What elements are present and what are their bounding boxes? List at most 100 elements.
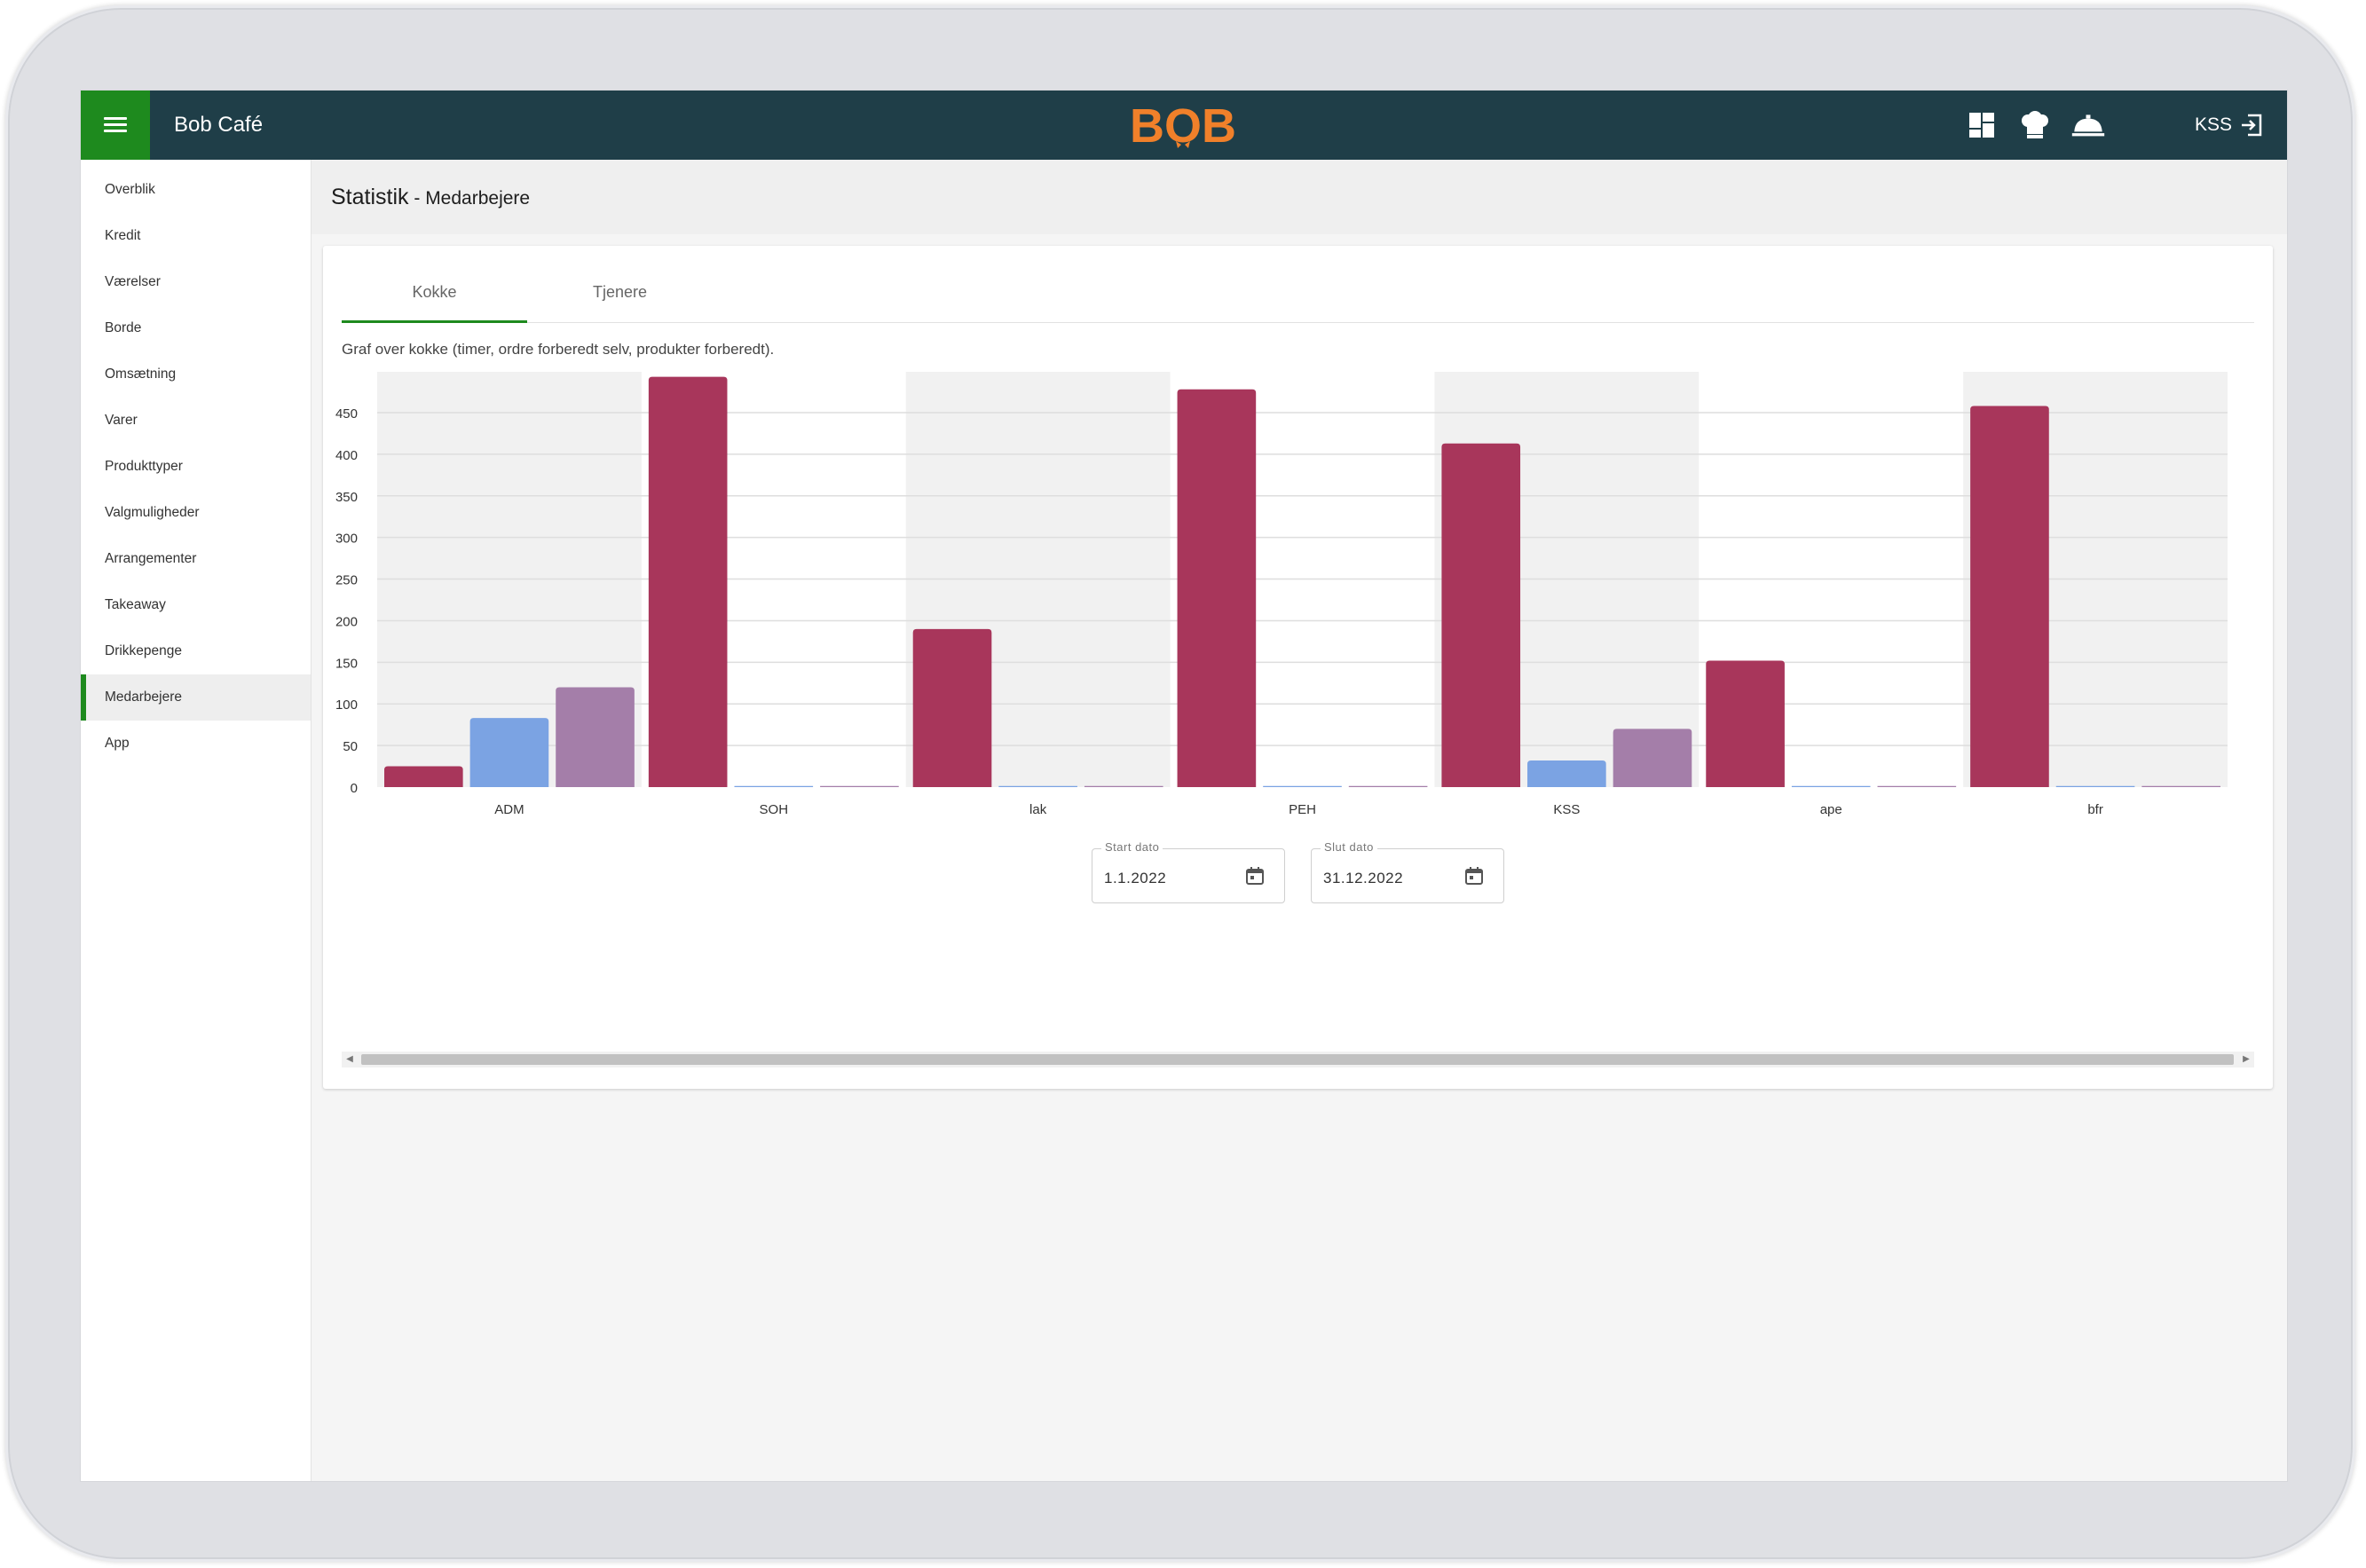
y-tick-label: 50: [343, 739, 358, 754]
dashboard-grid-icon[interactable]: [1965, 108, 1999, 142]
tab-bar: Kokke Tjenere: [342, 262, 2254, 323]
bar-soh-series-2: [734, 785, 814, 787]
start-date-value[interactable]: 1.1.2022: [1104, 870, 1166, 887]
bar-soh-series-3: [820, 785, 899, 787]
sidebar-item-varer[interactable]: Varer: [81, 398, 311, 444]
scrollbar-thumb[interactable]: [361, 1054, 2234, 1065]
sidebar-item-omsætning[interactable]: Omsætning: [81, 351, 311, 398]
sidebar-item-takeaway[interactable]: Takeaway: [81, 582, 311, 628]
start-date-field[interactable]: Start dato 1.1.2022: [1092, 840, 1285, 903]
bar-soh-series-1: [648, 376, 728, 787]
sidebar-item-label: Arrangementer: [105, 551, 197, 566]
user-label: KSS: [2195, 114, 2233, 135]
sidebar-item-produkttyper[interactable]: Produkttyper: [81, 444, 311, 490]
cooks-bar-chart: 0 50 100 150 200 250 300 350 400 450 ADM SOH lak PEH K…: [335, 372, 2228, 817]
bar-bfr-series-1: [1970, 406, 2049, 787]
page-header: Statistik - Medarbejere: [312, 160, 2287, 234]
bar-ape-series-1: [1706, 660, 1785, 787]
bar-adm-series-3: [556, 687, 635, 787]
x-tick-label: ape: [1820, 802, 1842, 817]
sidebar-item-label: Varer: [105, 413, 138, 428]
tab-tjenere[interactable]: Tjenere: [527, 262, 713, 322]
sidebar-item-label: Borde: [105, 320, 142, 335]
y-tick-label: 350: [335, 490, 358, 505]
statistics-card: Kokke Tjenere Graf over kokke (timer, or…: [323, 246, 2273, 1089]
bar-kss-series-1: [1441, 443, 1521, 787]
bob-logo: BOB: [1130, 99, 1236, 151]
bar-lak-series-1: [912, 628, 992, 787]
page-title: Statistik - Medarbejere: [331, 185, 531, 209]
menu-button[interactable]: [81, 91, 150, 160]
end-date-value[interactable]: 31.12.2022: [1323, 870, 1403, 887]
bar-adm-series-1: [384, 766, 463, 787]
x-tick-label: SOH: [760, 802, 789, 817]
sidebar-item-label: App: [105, 736, 130, 751]
chef-hat-icon[interactable]: [2018, 108, 2052, 142]
main-content: Statistik - Medarbejere Kokke Tjenere Gr…: [312, 160, 2287, 1481]
bar-ape-series-3: [1877, 785, 1957, 787]
sidebar-item-drikkepenge[interactable]: Drikkepenge: [81, 628, 311, 674]
y-tick-label: 100: [335, 697, 358, 713]
hamburger-menu-icon: [104, 117, 127, 133]
horizontal-scrollbar[interactable]: ◀ ▶: [342, 1052, 2254, 1068]
sidebar-item-værelser[interactable]: Værelser: [81, 259, 311, 305]
sidebar-nav: Overblik Kredit Værelser Borde Omsætning Vare…: [81, 160, 312, 1481]
y-tick-label: 400: [335, 448, 358, 463]
sidebar-item-label: Valgmuligheder: [105, 505, 200, 520]
bar-lak-series-2: [998, 785, 1077, 787]
x-tick-label: lak: [1029, 802, 1047, 817]
bar-bfr-series-2: [2055, 785, 2135, 787]
sidebar-item-app[interactable]: App: [81, 721, 311, 767]
bar-peh-series-3: [1348, 785, 1428, 787]
sidebar-item-label: Kredit: [105, 228, 141, 243]
logout-icon: [2242, 114, 2262, 137]
x-tick-label: bfr: [2087, 802, 2103, 817]
x-tick-label: ADM: [494, 802, 524, 817]
top-bar: Bob Café BOB KSS: [81, 91, 2287, 160]
bar-bfr-series-3: [2141, 785, 2220, 787]
x-tick-label: PEH: [1289, 802, 1316, 817]
y-tick-label: 250: [335, 573, 358, 588]
sidebar-item-label: Takeaway: [105, 597, 166, 612]
y-tick-label: 300: [335, 532, 358, 547]
calendar-icon[interactable]: [1464, 866, 1484, 886]
scroll-right-icon[interactable]: ▶: [2238, 1052, 2254, 1068]
bar-adm-series-2: [469, 718, 549, 787]
y-tick-label: 150: [335, 656, 358, 671]
sidebar-item-overblik[interactable]: Overblik: [81, 167, 311, 213]
app-title: Bob Café: [174, 113, 264, 137]
calendar-icon[interactable]: [1245, 866, 1265, 886]
top-icon-group: [1965, 91, 2105, 160]
bar-ape-series-2: [1791, 785, 1871, 787]
sidebar-item-label: Medarbejere: [105, 689, 183, 705]
bar-kss-series-3: [1613, 729, 1692, 787]
bar-kss-series-2: [1527, 760, 1606, 787]
sidebar-item-label: Drikkepenge: [105, 643, 183, 658]
x-tick-label: KSS: [1553, 802, 1580, 817]
bar-lak-series-3: [1084, 785, 1163, 787]
sidebar-item-kredit[interactable]: Kredit: [81, 213, 311, 259]
sidebar-item-label: Omsætning: [105, 366, 177, 382]
sidebar-item-arrangementer[interactable]: Arrangementer: [81, 536, 311, 582]
scroll-left-icon[interactable]: ◀: [342, 1052, 358, 1068]
sidebar-item-label: Værelser: [105, 274, 161, 289]
sidebar-item-label: Overblik: [105, 182, 155, 197]
tab-kokke[interactable]: Kokke: [342, 262, 527, 323]
y-tick-label: 450: [335, 406, 358, 422]
svg-text:BOB: BOB: [1130, 99, 1236, 151]
y-tick-label: 200: [335, 614, 358, 629]
app-screen: Bob Café BOB KSS Overblik Kredit Værelse…: [81, 91, 2287, 1481]
bar-peh-series-1: [1177, 389, 1257, 787]
page-subtitle: - Medarbejere: [408, 188, 531, 209]
start-date-label: Start dato: [1101, 840, 1163, 854]
end-date-field[interactable]: Slut dato 31.12.2022: [1311, 840, 1504, 903]
service-bell-icon[interactable]: [2071, 108, 2105, 142]
sidebar-item-label: Produkttyper: [105, 459, 183, 474]
sidebar-item-borde[interactable]: Borde: [81, 305, 311, 351]
user-logout[interactable]: KSS: [2195, 91, 2264, 160]
sidebar-item-medarbejere[interactable]: Medarbejere: [81, 674, 311, 721]
y-tick-label: 0: [351, 781, 358, 796]
chart-description: Graf over kokke (timer, ordre forberedt …: [342, 341, 775, 358]
bar-peh-series-2: [1263, 785, 1342, 787]
sidebar-item-valgmuligheder[interactable]: Valgmuligheder: [81, 490, 311, 536]
